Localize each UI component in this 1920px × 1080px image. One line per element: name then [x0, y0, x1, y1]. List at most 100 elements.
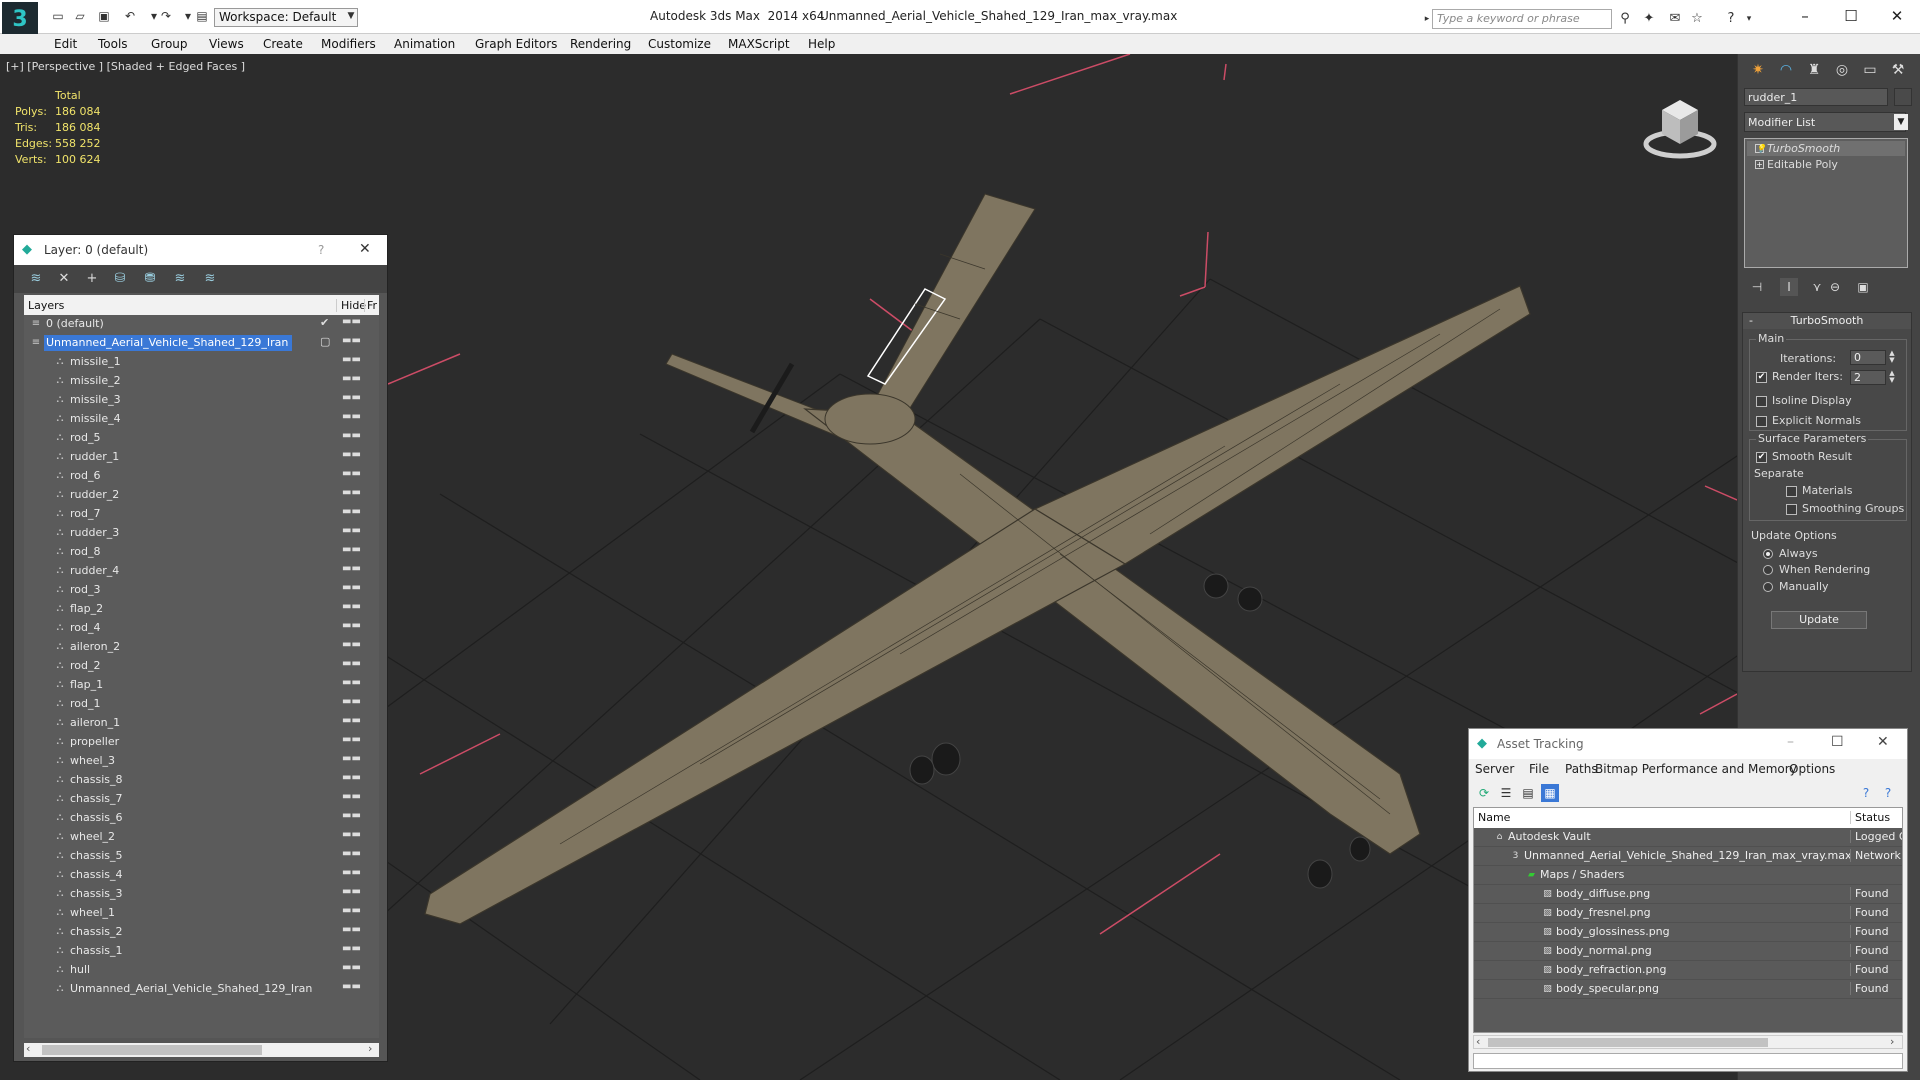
scroll-left-icon[interactable]: ‹ [26, 1042, 30, 1055]
layer-row[interactable]: ⛬ propeller ▬▬ [24, 733, 379, 752]
menu-maxscript[interactable]: MAXScript [728, 37, 790, 51]
menu-paths[interactable]: Paths [1565, 762, 1598, 776]
object-color-swatch[interactable] [1894, 88, 1912, 106]
layer-row[interactable]: ≡ 0 (default) ✔ ▬▬ [24, 315, 379, 334]
current-layer-check-icon[interactable]: ✔ [320, 316, 329, 329]
layer-row[interactable]: ⛬ rod_7 ▬▬ [24, 505, 379, 524]
object-name-field[interactable]: rudder_1 [1744, 88, 1888, 106]
hide-toggle-icon[interactable]: ▬▬ [342, 867, 361, 878]
context-help-icon[interactable]: ? [1879, 784, 1897, 802]
hide-toggle-icon[interactable]: ▬▬ [342, 734, 361, 745]
layer-row[interactable]: ⛬ missile_3 ▬▬ [24, 391, 379, 410]
hide-toggle-icon[interactable]: ▬▬ [342, 943, 361, 954]
menu-server[interactable]: Server [1475, 762, 1514, 776]
hide-toggle-icon[interactable]: ▬▬ [342, 715, 361, 726]
materials-checkbox[interactable] [1786, 486, 1797, 497]
show-end-result-icon[interactable]: I [1780, 278, 1798, 296]
column-hide[interactable]: Hide [336, 299, 366, 312]
layer-row[interactable]: ⛬ rod_2 ▬▬ [24, 657, 379, 676]
layer-row[interactable]: ⛬ hull ▬▬ [24, 961, 379, 980]
close-button[interactable]: ✕ [359, 241, 371, 257]
hide-toggle-icon[interactable]: ▬▬ [342, 411, 361, 422]
subscription-icon[interactable]: ✦ [1640, 10, 1658, 28]
expand-icon[interactable]: + [1755, 160, 1764, 169]
column-status[interactable]: Status [1850, 811, 1890, 824]
make-unique-icon[interactable]: ⋎ [1808, 278, 1826, 296]
scroll-thumb[interactable] [1488, 1038, 1768, 1047]
column-layers[interactable]: Layers [28, 299, 64, 312]
scroll-right-icon[interactable]: › [368, 1042, 372, 1055]
hide-toggle-icon[interactable]: ▬▬ [342, 829, 361, 840]
layer-row[interactable]: ⛬ wheel_2 ▬▬ [24, 828, 379, 847]
hide-toggle-icon[interactable]: ▬▬ [342, 525, 361, 536]
smooth-result-checkbox[interactable]: ✔ [1756, 452, 1767, 463]
add-to-layer-icon[interactable]: + [82, 270, 102, 288]
menu-animation[interactable]: Animation [394, 37, 455, 51]
chevron-down-icon[interactable]: ▼ [344, 8, 358, 27]
configure-sets-icon[interactable]: ▣ [1854, 278, 1872, 296]
layer-row[interactable]: ⛬ rod_3 ▬▬ [24, 581, 379, 600]
layer-row[interactable]: ⛬ rod_1 ▬▬ [24, 695, 379, 714]
menu-tools[interactable]: Tools [98, 37, 128, 51]
scroll-right-icon[interactable]: › [1890, 1035, 1894, 1048]
maximize-button[interactable]: ☐ [1831, 734, 1844, 750]
layer-row[interactable]: ⛬ Unmanned_Aerial_Vehicle_Shahed_129_Iran… [24, 980, 379, 999]
asset-row[interactable]: ▰ Maps / Shaders [1474, 866, 1902, 885]
favorites-star-icon[interactable]: ☆ [1688, 10, 1706, 28]
layer-row[interactable]: ⛬ rod_8 ▬▬ [24, 543, 379, 562]
hide-toggle-icon[interactable]: ▬▬ [342, 924, 361, 935]
layer-row[interactable]: ⛬ chassis_4 ▬▬ [24, 866, 379, 885]
undo-icon[interactable]: ↶ [122, 9, 138, 23]
hide-toggle-icon[interactable]: ▬▬ [342, 563, 361, 574]
lightbulb-icon[interactable]: 💡 [1755, 144, 1766, 153]
help-dropdown-icon[interactable]: ▾ [1740, 10, 1758, 28]
layer-horizontal-scrollbar[interactable]: ‹ › [24, 1042, 379, 1057]
hide-toggle-icon[interactable]: ▬▬ [342, 791, 361, 802]
asset-row[interactable]: ▧ body_glossiness.png Found [1474, 923, 1902, 942]
project-folder-icon[interactable]: ▤ [194, 9, 210, 23]
stack-item-turbosmooth[interactable]: 💡 TurboSmooth [1747, 141, 1905, 156]
hide-toggle-icon[interactable]: ▬▬ [342, 316, 361, 327]
modify-tab-icon[interactable]: ◠ [1774, 58, 1798, 82]
spinner-arrows-icon[interactable]: ▲ ▼ [1888, 350, 1896, 365]
layer-row[interactable]: ⛬ chassis_2 ▬▬ [24, 923, 379, 942]
hide-all-layers-icon[interactable]: ≋ [170, 270, 190, 288]
hide-toggle-icon[interactable]: ▬▬ [342, 658, 361, 669]
new-file-icon[interactable]: ▭ [50, 9, 66, 23]
asset-row[interactable]: ⌂ Autodesk Vault Logged O [1474, 828, 1902, 847]
minimize-button[interactable]: – [1787, 734, 1794, 750]
layer-row[interactable]: ⛬ rudder_2 ▬▬ [24, 486, 379, 505]
asset-row[interactable]: ▧ body_diffuse.png Found [1474, 885, 1902, 904]
menu-customize[interactable]: Customize [648, 37, 711, 51]
scroll-thumb[interactable] [42, 1045, 262, 1055]
hide-toggle-icon[interactable]: ▬▬ [342, 544, 361, 555]
layer-row[interactable]: ⛬ wheel_1 ▬▬ [24, 904, 379, 923]
layer-row[interactable]: ⛬ aileron_2 ▬▬ [24, 638, 379, 657]
layer-row[interactable]: ⛬ chassis_6 ▬▬ [24, 809, 379, 828]
layer-row[interactable]: ⛬ missile_4 ▬▬ [24, 410, 379, 429]
menu-edit[interactable]: Edit [54, 37, 77, 51]
hide-toggle-icon[interactable]: ▬▬ [342, 810, 361, 821]
hide-toggle-icon[interactable]: ▬▬ [342, 962, 361, 973]
layer-row[interactable]: ⛬ chassis_1 ▬▬ [24, 942, 379, 961]
select-objects-icon[interactable]: ⛁ [110, 270, 130, 288]
menu-group[interactable]: Group [151, 37, 188, 51]
hide-toggle-icon[interactable]: ▬▬ [342, 981, 361, 992]
hide-toggle-icon[interactable]: ▬▬ [342, 772, 361, 783]
hide-toggle-icon[interactable]: ▬▬ [342, 354, 361, 365]
layer-row[interactable]: ⛬ chassis_5 ▬▬ [24, 847, 379, 866]
hierarchy-tab-icon[interactable]: ♜ [1802, 58, 1826, 82]
list-view-icon[interactable]: ☰ [1497, 784, 1515, 802]
layer-row[interactable]: ⛬ chassis_8 ▬▬ [24, 771, 379, 790]
isoline-display-checkbox[interactable] [1756, 396, 1767, 407]
manually-radio[interactable] [1763, 582, 1773, 592]
layer-row[interactable]: ⛬ rod_6 ▬▬ [24, 467, 379, 486]
collapse-icon[interactable]: - [1749, 313, 1753, 329]
utilities-tab-icon[interactable]: ⚒ [1886, 58, 1910, 82]
chevron-down-icon[interactable]: ▼ [1894, 114, 1908, 130]
hide-toggle-icon[interactable]: ▬▬ [342, 639, 361, 650]
asset-row[interactable]: ▧ body_normal.png Found [1474, 942, 1902, 961]
hide-toggle-icon[interactable]: ▬▬ [342, 335, 361, 346]
render-iters-spinner[interactable]: 2 [1850, 370, 1886, 385]
viewcube-icon[interactable] [1640, 84, 1720, 164]
